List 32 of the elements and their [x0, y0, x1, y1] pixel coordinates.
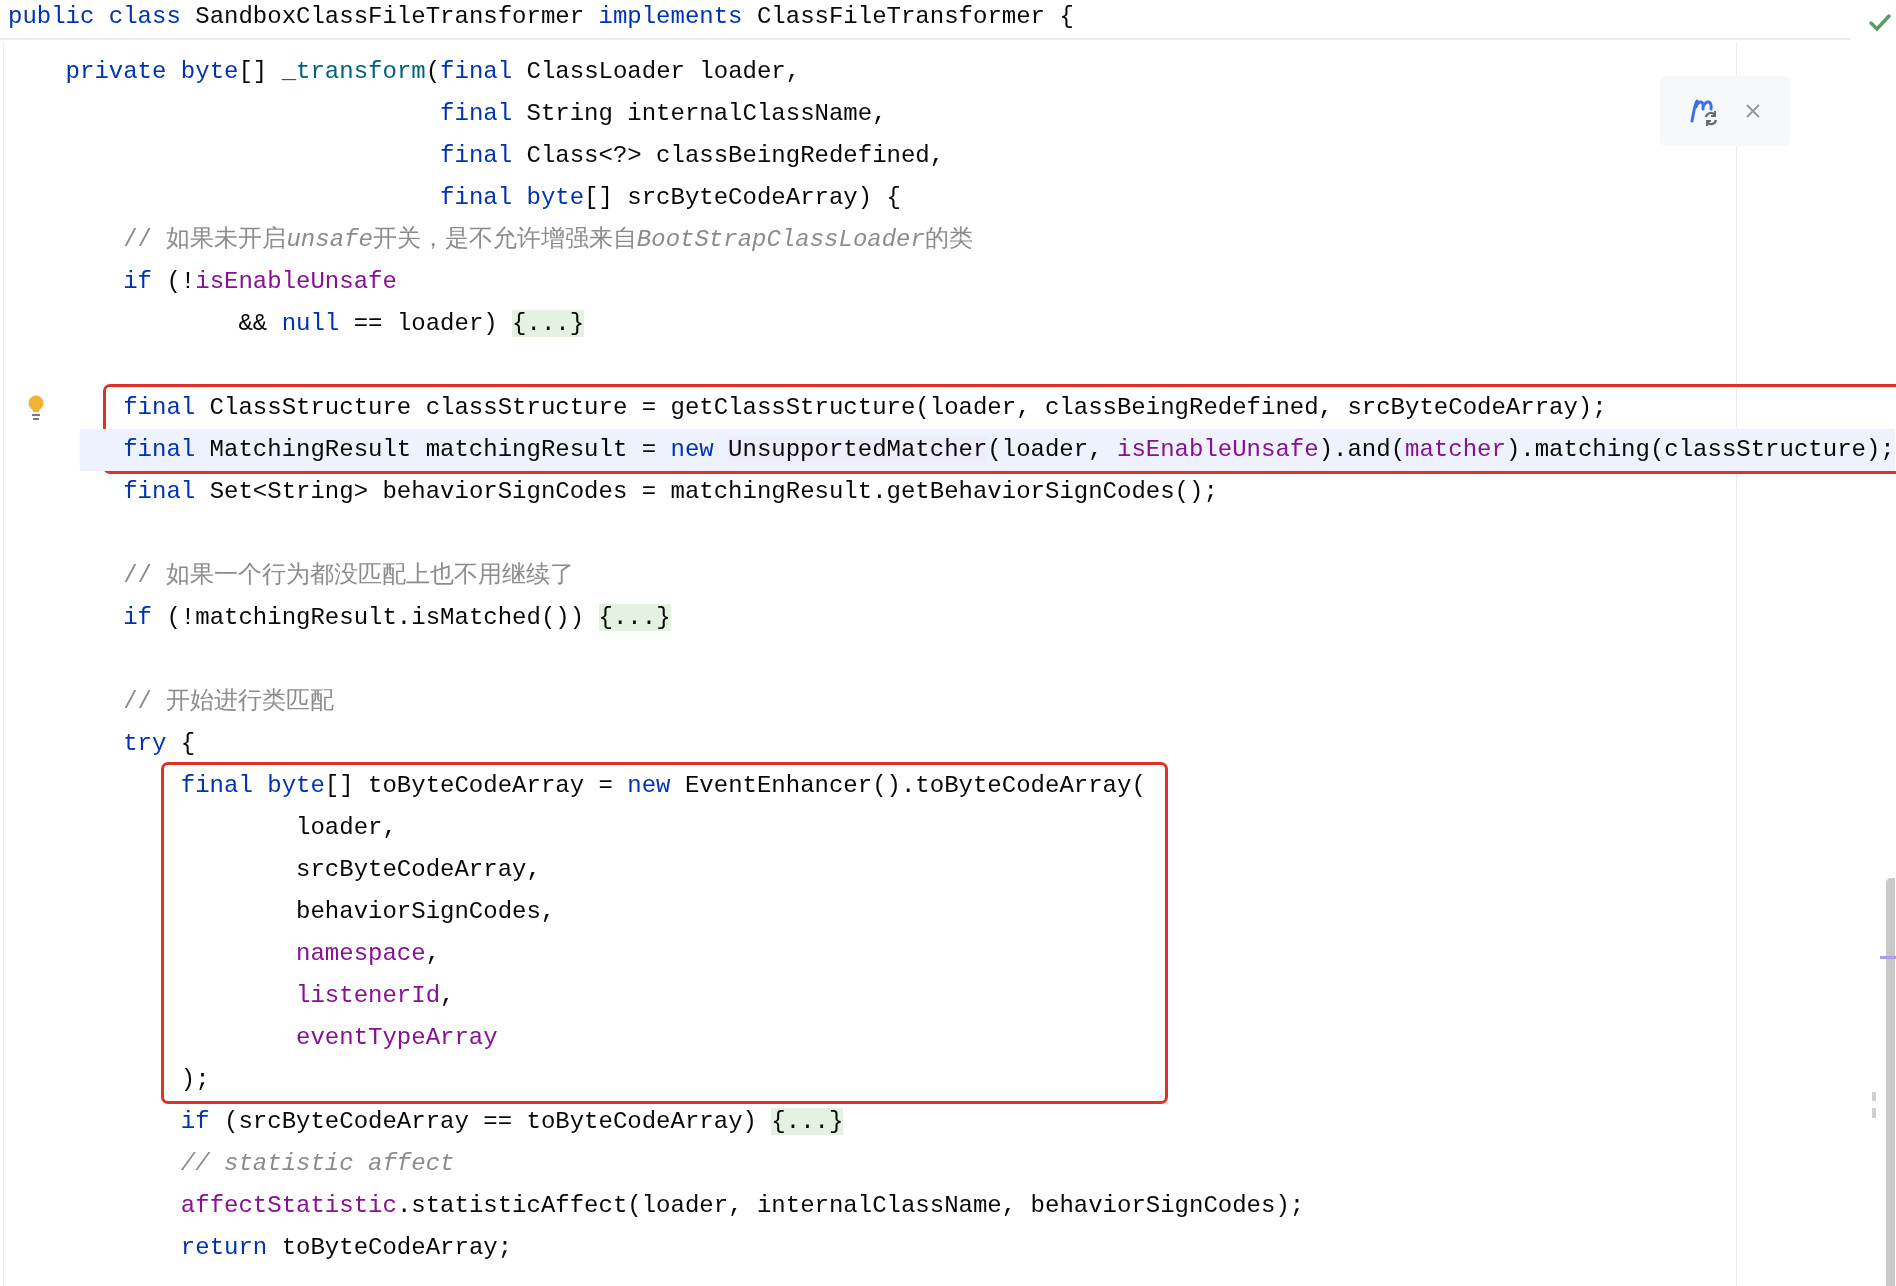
- code-line: return toByteCodeArray;: [179, 1233, 513, 1263]
- error-stripe-mark: [1880, 956, 1896, 959]
- code-line: final byte[] srcByteCodeArray) {: [439, 183, 901, 213]
- code-line: );: [180, 1065, 210, 1095]
- drag-handle-icon[interactable]: [1872, 1092, 1876, 1118]
- code-line: && null == loader) {...}: [237, 309, 585, 339]
- code-line: if (!matchingResult.isMatched()) {...}: [122, 603, 671, 633]
- code-line: listenerId,: [295, 981, 455, 1011]
- code-line: behaviorSignCodes,: [295, 897, 556, 927]
- code-line: try {: [122, 729, 196, 759]
- code-line: loader,: [295, 813, 397, 843]
- code-line: final Set<String> behaviorSignCodes = matchingResult.getBehaviorSignCodes();: [122, 477, 1218, 507]
- code-line: final String internalClassName,: [439, 99, 887, 129]
- code-line: // 如果未开启unsafe开关，是不允许增强来自BootStrapClassLoader的类: [122, 225, 973, 255]
- code-line: // 如果一个行为都没匹配上也不用继续了: [122, 561, 575, 591]
- code-line: srcByteCodeArray,: [295, 855, 541, 885]
- lightbulb-icon[interactable]: [28, 395, 44, 421]
- code-line: final ClassStructure classStructure = getClassStructure(loader, classBeingRedefined, srcByteCodeArray);: [123, 387, 1607, 429]
- code-line: final Class<?> classBeingRedefined,: [439, 141, 945, 171]
- code-line: namespace,: [295, 939, 441, 969]
- checkmark-icon: [1868, 12, 1892, 32]
- code-line: eventTypeArray: [295, 1023, 498, 1053]
- code-line: final byte[] toByteCodeArray = new EventEnhancer().toByteCodeArray(: [180, 771, 1146, 801]
- code-line: private byte[] _transform(final ClassLoader loader,: [64, 57, 801, 87]
- scrollbar-thumb[interactable]: [1886, 878, 1895, 1286]
- code-line: affectStatistic.statisticAffect(loader, internalClassName, behaviorSignCodes);: [179, 1191, 1305, 1221]
- sticky-code-line: public class SandboxClassFileTransformer implements ClassFileTransformer {: [0, 0, 1850, 40]
- code-line: if (srcByteCodeArray == toByteCodeArray) {...}: [179, 1107, 844, 1137]
- close-icon[interactable]: [1745, 103, 1761, 119]
- code-line: if (!isEnableUnsafe: [122, 267, 397, 297]
- code-line: // 开始进行类匹配: [122, 687, 335, 717]
- code-line: // statistic affect: [179, 1149, 455, 1179]
